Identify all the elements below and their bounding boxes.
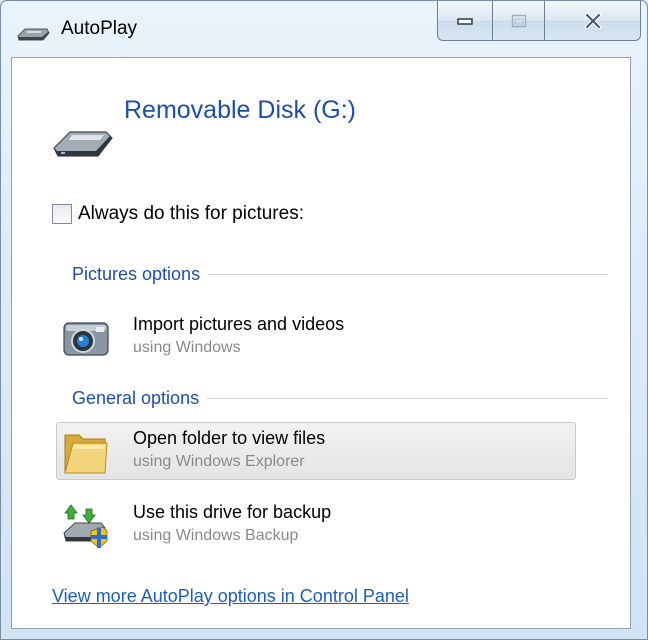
control-panel-link[interactable]: View more AutoPlay options in Control Pa… [52, 586, 409, 607]
folder-icon [64, 434, 108, 474]
backup-drive-icon [63, 504, 108, 549]
option-backup[interactable]: Use this drive for backup using Windows … [56, 496, 576, 554]
always-do-checkbox[interactable] [52, 204, 72, 224]
option-title: Import pictures and videos [133, 314, 345, 334]
camera-icon [63, 322, 109, 356]
always-do-label[interactable]: Always do this for pictures: [78, 203, 304, 225]
section-header-pictures: Pictures options [72, 262, 608, 286]
option-import-pictures[interactable]: Import pictures and videos using Windows [56, 308, 576, 366]
section-divider [208, 273, 608, 275]
section-divider [207, 397, 608, 399]
section-header-general: General options [72, 386, 608, 410]
maximize-icon [511, 14, 526, 27]
close-button[interactable] [545, 1, 641, 41]
section-title: General options [72, 387, 200, 408]
option-title: Use this drive for backup [133, 502, 332, 522]
option-subtitle: using Windows Explorer [133, 453, 305, 470]
option-subtitle: using Windows Backup [133, 527, 299, 544]
caption-buttons [437, 1, 641, 43]
close-icon [584, 12, 601, 29]
option-title: Open folder to view files [133, 428, 326, 448]
window-title: AutoPlay [61, 18, 138, 39]
option-open-folder[interactable]: Open folder to view files using Windows … [56, 422, 576, 480]
option-subtitle: using Windows [133, 339, 241, 356]
removable-drive-icon [17, 28, 50, 41]
device-title: Removable Disk (G:) [124, 96, 356, 124]
section-title: Pictures options [72, 263, 201, 284]
dialog-content: Removable Disk (G:) Always do this for p… [11, 57, 631, 629]
minimize-icon [457, 17, 473, 25]
title-bar[interactable]: AutoPlay [1, 1, 647, 57]
minimize-button[interactable] [437, 1, 493, 41]
always-do-row[interactable]: Always do this for pictures: [52, 201, 304, 227]
removable-drive-icon [53, 131, 113, 157]
autoplay-window: AutoPlay Removable Disk (G:) Always do t… [0, 0, 648, 640]
maximize-button[interactable] [493, 1, 545, 41]
